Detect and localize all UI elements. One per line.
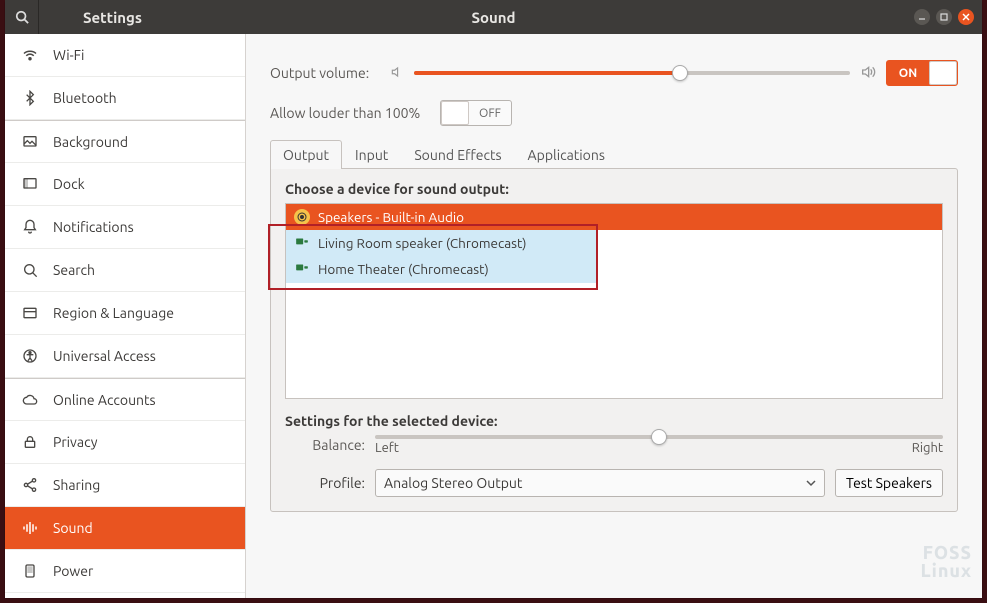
sidebar-item-label: Online Accounts <box>53 392 156 408</box>
test-speakers-button[interactable]: Test Speakers <box>835 469 943 497</box>
sidebar-item-label: Background <box>53 134 128 150</box>
sidebar-item-bluetooth[interactable]: Bluetooth <box>5 77 245 120</box>
sidebar-item-label: Dock <box>53 176 85 192</box>
wifi-icon <box>21 46 39 64</box>
sidebar-item-universalaccess[interactable]: Universal Access <box>5 335 245 378</box>
chevron-down-icon <box>806 475 816 491</box>
sidebar-item-dock[interactable]: Dock <box>5 163 245 206</box>
power-icon <box>21 562 39 580</box>
balance-left-label: Left <box>375 441 399 455</box>
sidebar-item-label: Bluetooth <box>53 90 117 106</box>
titlebar: Settings Sound <box>5 0 982 34</box>
sidebar-item-label: Wi-Fi <box>53 47 84 63</box>
sidebar-item-notifications[interactable]: Notifications <box>5 206 245 249</box>
selected-device-settings-label: Settings for the selected device: <box>285 413 943 429</box>
sidebar-item-sharing[interactable]: Sharing <box>5 464 245 507</box>
page-title: Sound <box>471 9 515 26</box>
network-device-icon <box>294 261 310 278</box>
speaker-icon <box>294 209 310 225</box>
balance-label: Balance: <box>285 437 365 453</box>
output-volume-label: Output volume: <box>270 65 390 81</box>
bluetooth-icon <box>21 89 39 107</box>
louder-toggle[interactable]: OFF <box>440 100 512 126</box>
dock-icon <box>21 175 39 193</box>
device-item[interactable]: Speakers - Built-in Audio <box>286 204 942 230</box>
sidebar-item-label: Notifications <box>53 219 134 235</box>
output-volume-slider[interactable] <box>414 71 850 75</box>
sidebar-item-label: Region & Language <box>53 305 174 321</box>
maximize-button[interactable] <box>936 9 952 25</box>
device-item[interactable]: Home Theater (Chromecast) <box>286 256 942 282</box>
louder-label: Allow louder than 100% <box>270 105 440 121</box>
sidebar: Wi-Fi Bluetooth Background Dock Notifica… <box>5 34 246 598</box>
profile-value: Analog Stereo Output <box>384 475 522 491</box>
sidebar-item-label: Power <box>53 563 93 579</box>
sidebar-item-wifi[interactable]: Wi-Fi <box>5 34 245 77</box>
sidebar-item-label: Sharing <box>53 477 100 493</box>
profile-label: Profile: <box>285 475 365 491</box>
device-list: Speakers - Built-in Audio Living Room sp… <box>285 203 943 399</box>
close-button[interactable] <box>958 9 974 25</box>
output-panel: Choose a device for sound output: Speake… <box>270 168 958 512</box>
device-label: Home Theater (Chromecast) <box>318 261 489 277</box>
volume-low-icon <box>390 65 404 82</box>
sidebar-item-label: Sound <box>53 520 93 536</box>
tabs: Output Input Sound Effects Applications <box>270 140 958 169</box>
content: Output volume: ON Allow louder than 100%… <box>246 34 982 598</box>
toggle-label: OFF <box>469 107 511 120</box>
balance-slider[interactable]: Left Right <box>375 435 943 455</box>
toggle-label: ON <box>887 67 929 80</box>
search-icon <box>15 10 29 24</box>
profile-dropdown[interactable]: Analog Stereo Output <box>375 469 825 497</box>
app-title: Settings <box>83 9 142 26</box>
sidebar-item-label: Privacy <box>53 434 97 450</box>
share-icon <box>21 476 39 494</box>
search-button[interactable] <box>5 0 39 34</box>
device-label: Speakers - Built-in Audio <box>318 209 464 225</box>
watermark: FOSS Linux <box>920 544 972 580</box>
sidebar-item-search[interactable]: Search <box>5 249 245 292</box>
network-device-icon <box>294 235 310 252</box>
sidebar-item-background[interactable]: Background <box>5 120 245 163</box>
choose-device-label: Choose a device for sound output: <box>285 181 943 197</box>
sidebar-item-privacy[interactable]: Privacy <box>5 421 245 464</box>
output-volume-toggle[interactable]: ON <box>886 60 958 86</box>
bell-icon <box>21 218 39 236</box>
sidebar-item-sound[interactable]: Sound <box>5 507 245 550</box>
lock-icon <box>21 433 39 451</box>
device-label: Living Room speaker (Chromecast) <box>318 235 527 251</box>
device-item[interactable]: Living Room speaker (Chromecast) <box>286 230 942 256</box>
cloud-icon <box>21 391 39 409</box>
sound-icon <box>21 519 39 537</box>
tab-output[interactable]: Output <box>270 140 342 169</box>
background-icon <box>21 133 39 151</box>
tab-input[interactable]: Input <box>342 140 401 169</box>
tab-sound-effects[interactable]: Sound Effects <box>401 140 514 169</box>
sidebar-item-onlineaccounts[interactable]: Online Accounts <box>5 378 245 421</box>
minimize-button[interactable] <box>914 9 930 25</box>
volume-high-icon <box>860 64 876 83</box>
search-icon <box>21 261 39 279</box>
sidebar-item-label: Search <box>53 262 95 278</box>
accessibility-icon <box>21 347 39 365</box>
sidebar-item-region[interactable]: Region & Language <box>5 292 245 335</box>
tab-applications[interactable]: Applications <box>515 140 618 169</box>
sidebar-item-label: Universal Access <box>53 348 156 364</box>
globe-icon <box>21 304 39 322</box>
sidebar-item-power[interactable]: Power <box>5 550 245 593</box>
balance-right-label: Right <box>912 441 943 455</box>
